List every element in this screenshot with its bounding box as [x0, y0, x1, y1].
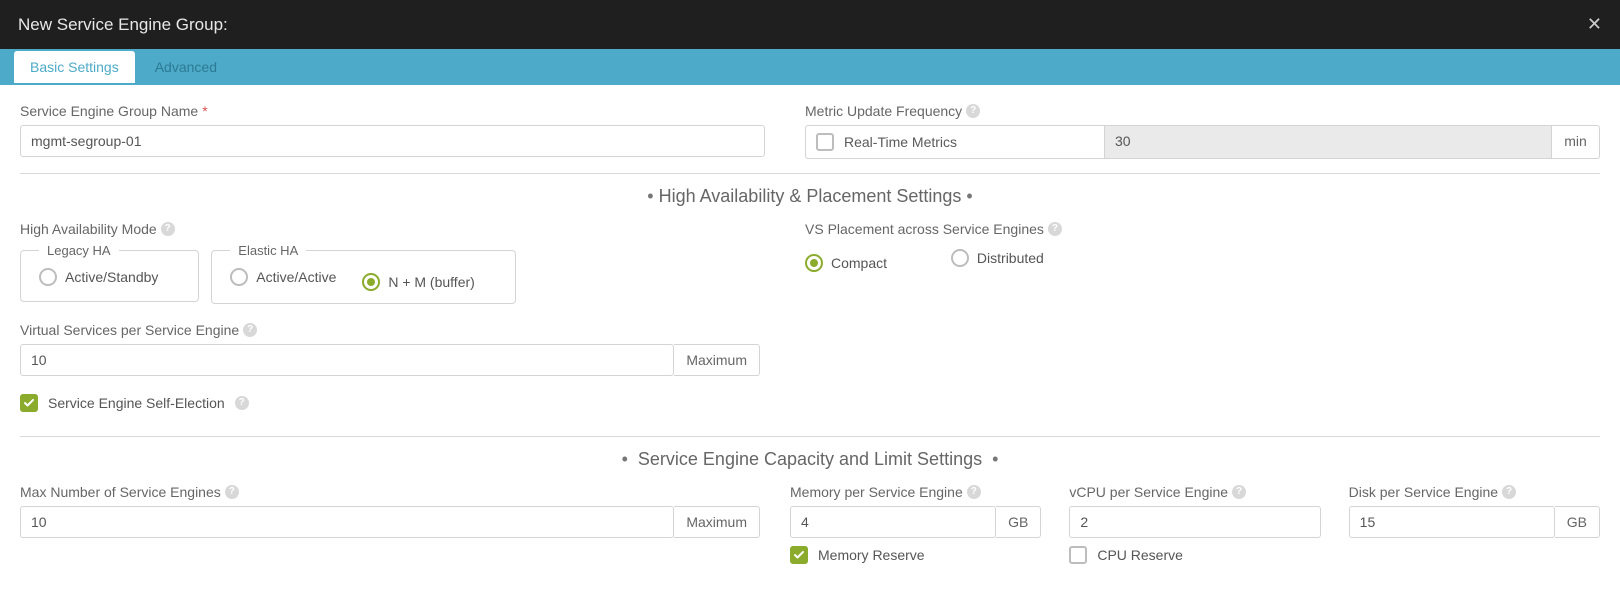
mem-label: Memory per Service Engine ?: [790, 484, 1041, 500]
section-cap-title: • Service Engine Capacity and Limit Sett…: [20, 449, 1600, 470]
ham-label: High Availability Mode ?: [20, 221, 765, 237]
radio-distributed[interactable]: Distributed: [951, 249, 1044, 267]
segn-label: Service Engine Group Name*: [20, 103, 765, 119]
radio-compact[interactable]: Compact: [805, 254, 887, 272]
rtm-label: Real-Time Metrics: [844, 134, 957, 150]
elastic-ha-group: Elastic HA Active/Active N + M (buffer): [211, 243, 516, 304]
maxse-label: Max Number of Service Engines ?: [20, 484, 760, 500]
tab-advanced[interactable]: Advanced: [139, 51, 233, 83]
vspse-label: Virtual Services per Service Engine ?: [20, 322, 765, 338]
required-star-icon: *: [202, 103, 207, 119]
disk-unit: GB: [1555, 506, 1600, 538]
tab-basic-settings[interactable]: Basic Settings: [14, 51, 135, 83]
radio-off-icon: [951, 249, 969, 267]
disk-label: Disk per Service Engine ?: [1349, 484, 1600, 500]
self-election-checkbox[interactable]: Service Engine Self-Election ?: [20, 394, 765, 412]
radio-on-icon: [362, 273, 380, 291]
help-icon[interactable]: ?: [1232, 485, 1246, 499]
segn-input[interactable]: [20, 125, 765, 157]
mem-unit: GB: [996, 506, 1041, 538]
vspse-input[interactable]: [20, 344, 674, 376]
checkbox-checked-icon: [20, 394, 38, 412]
help-icon[interactable]: ?: [967, 485, 981, 499]
mem-input[interactable]: [790, 506, 996, 538]
help-icon[interactable]: ?: [1502, 485, 1516, 499]
vspse-addon: Maximum: [674, 344, 760, 376]
elastic-ha-legend: Elastic HA: [230, 243, 306, 258]
radio-on-icon: [805, 254, 823, 272]
real-time-metrics-checkbox[interactable]: Real-Time Metrics: [805, 125, 1105, 159]
checkbox-unchecked-icon: [1069, 546, 1087, 564]
help-icon[interactable]: ?: [235, 396, 249, 410]
muf-value: 30: [1105, 125, 1552, 159]
legacy-ha-group: Legacy HA Active/Standby: [20, 243, 199, 302]
muf-label: Metric Update Frequency ?: [805, 103, 1600, 119]
help-icon[interactable]: ?: [243, 323, 257, 337]
radio-off-icon: [39, 268, 57, 286]
radio-active-active[interactable]: Active/Active: [230, 268, 336, 286]
radio-active-standby[interactable]: Active/Standby: [39, 268, 158, 286]
title-bar: New Service Engine Group: ✕: [0, 0, 1620, 49]
vcpu-label: vCPU per Service Engine ?: [1069, 484, 1320, 500]
maxse-addon: Maximum: [674, 506, 760, 538]
disk-input[interactable]: [1349, 506, 1555, 538]
checkbox-checked-icon: [790, 546, 808, 564]
muf-unit: min: [1552, 125, 1600, 159]
cpu-reserve-label: CPU Reserve: [1097, 547, 1183, 563]
close-icon[interactable]: ✕: [1587, 14, 1602, 35]
radio-off-icon: [230, 268, 248, 286]
section-ha-title: • High Availability & Placement Settings…: [20, 186, 1600, 207]
maxse-input[interactable]: [20, 506, 674, 538]
window-title: New Service Engine Group:: [18, 15, 228, 35]
radio-n-m-buffer[interactable]: N + M (buffer): [362, 273, 475, 291]
help-icon[interactable]: ?: [161, 222, 175, 236]
help-icon[interactable]: ?: [1048, 222, 1062, 236]
tab-bar: Basic Settings Advanced: [0, 49, 1620, 85]
cpu-reserve-checkbox[interactable]: CPU Reserve: [1069, 546, 1320, 564]
self-election-label: Service Engine Self-Election: [48, 395, 225, 411]
help-icon[interactable]: ?: [225, 485, 239, 499]
help-icon[interactable]: ?: [966, 104, 980, 118]
memory-reserve-label: Memory Reserve: [818, 547, 925, 563]
legacy-ha-legend: Legacy HA: [39, 243, 119, 258]
checkbox-unchecked-icon: [816, 133, 834, 151]
memory-reserve-checkbox[interactable]: Memory Reserve: [790, 546, 1041, 564]
vsp-label: VS Placement across Service Engines ?: [805, 221, 1600, 237]
vcpu-input[interactable]: [1069, 506, 1320, 538]
